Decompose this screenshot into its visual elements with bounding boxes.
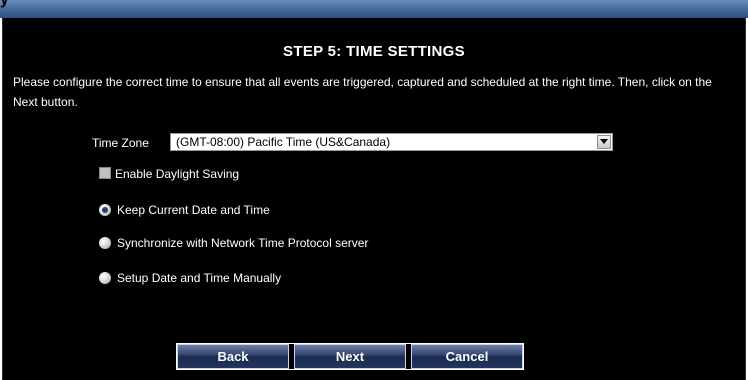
daylight-saving-label: Enable Daylight Saving: [115, 167, 240, 181]
instructions-text: Please configure the correct time to ens…: [13, 75, 712, 109]
cancel-button[interactable]: Cancel: [411, 344, 523, 369]
top-title-bar: [0, 0, 748, 18]
wizard-panel: STEP 5: TIME SETTINGS Please configure t…: [2, 18, 746, 380]
chevron-down-icon[interactable]: [597, 135, 611, 149]
keep-current-time-label: Keep Current Date and Time: [117, 203, 270, 217]
ntp-sync-radio[interactable]: [99, 237, 111, 249]
page-title: STEP 5: TIME SETTINGS: [283, 43, 465, 60]
time-zone-select[interactable]: (GMT-08:00) Pacific Time (US&Canada): [170, 133, 613, 151]
daylight-saving-checkbox[interactable]: [99, 167, 111, 179]
manual-time-radio[interactable]: [99, 272, 111, 284]
ntp-sync-label: Synchronize with Network Time Protocol s…: [117, 236, 369, 250]
title-bar-text: y: [0, 0, 9, 9]
manual-time-label: Setup Date and Time Manually: [117, 271, 282, 285]
daylight-saving-option[interactable]: Enable Daylight Saving: [99, 167, 239, 181]
manual-time-option[interactable]: Setup Date and Time Manually: [99, 271, 281, 285]
next-button[interactable]: Next: [294, 344, 406, 369]
keep-current-time-radio[interactable]: [99, 204, 111, 216]
time-zone-selected-value: (GMT-08:00) Pacific Time (US&Canada): [176, 135, 391, 149]
ntp-sync-option[interactable]: Synchronize with Network Time Protocol s…: [99, 236, 368, 250]
keep-current-time-option[interactable]: Keep Current Date and Time: [99, 203, 270, 217]
time-zone-label: Time Zone: [92, 136, 149, 150]
back-button[interactable]: Back: [177, 344, 289, 369]
